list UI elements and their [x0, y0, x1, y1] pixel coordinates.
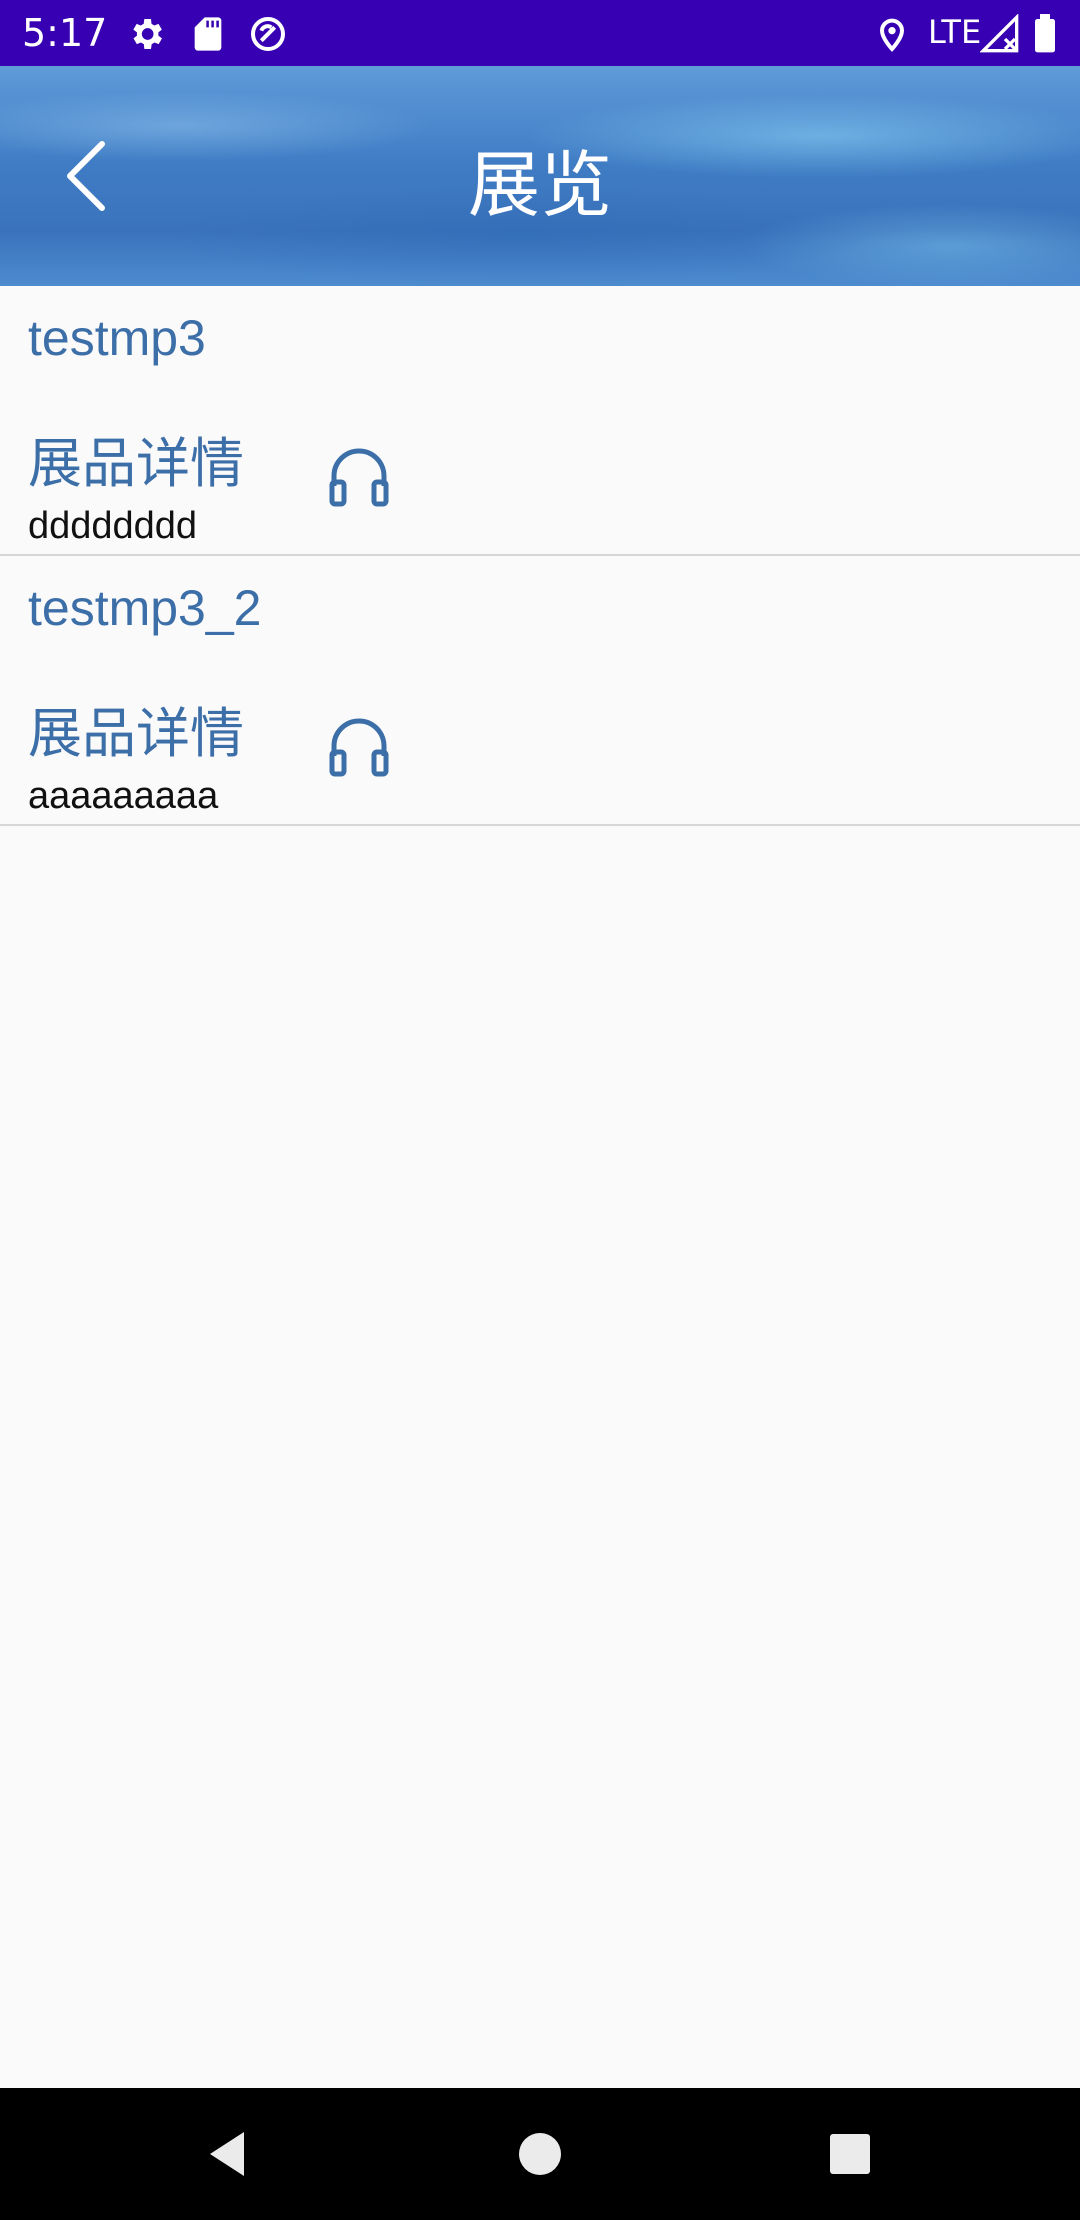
status-bar: 5:17 LTE [0, 0, 1080, 66]
exhibit-list: testmp3 展品详情 dddddddd testmp3_2 展品详情 aaa… [0, 286, 1080, 826]
sd-card-icon [188, 14, 228, 54]
navigation-bar [0, 2088, 1080, 2220]
nav-recents-button[interactable] [820, 2124, 880, 2184]
exhibit-description: aaaaaaaaa [28, 775, 219, 817]
headphones-icon [329, 718, 389, 777]
exhibit-name: testmp3_2 [28, 580, 262, 636]
audio-play-button[interactable] [326, 712, 392, 778]
battery-icon [1032, 14, 1058, 54]
network-type-label: LTE [928, 13, 982, 51]
exhibit-item[interactable]: testmp3_2 展品详情 aaaaaaaaa [0, 556, 1080, 826]
exhibit-detail-label[interactable]: 展品详情 [28, 702, 244, 766]
exhibit-description: dddddddd [28, 505, 198, 547]
nav-home-button[interactable] [510, 2124, 570, 2184]
status-time: 5:17 [22, 11, 108, 55]
header-banner: 展览 [0, 66, 1080, 286]
sync-icon [248, 14, 288, 54]
audio-play-button[interactable] [326, 442, 392, 508]
page-title: 展览 [467, 143, 612, 227]
exhibit-item[interactable]: testmp3 展品详情 dddddddd [0, 286, 1080, 556]
signal-icon [979, 13, 1020, 54]
gear-icon [126, 14, 166, 54]
home-circle-icon [519, 2133, 561, 2175]
recents-square-icon [830, 2134, 870, 2174]
headphones-icon [329, 448, 389, 507]
exhibit-name: testmp3 [28, 310, 206, 366]
back-triangle-icon [210, 2132, 244, 2176]
nav-back-button[interactable] [200, 2124, 260, 2184]
exhibit-detail-label[interactable]: 展品详情 [28, 432, 244, 496]
location-icon [872, 14, 912, 54]
screen: 5:17 LTE 展览 testmp3 展品详情 dddddddd testmp… [0, 0, 1080, 2220]
